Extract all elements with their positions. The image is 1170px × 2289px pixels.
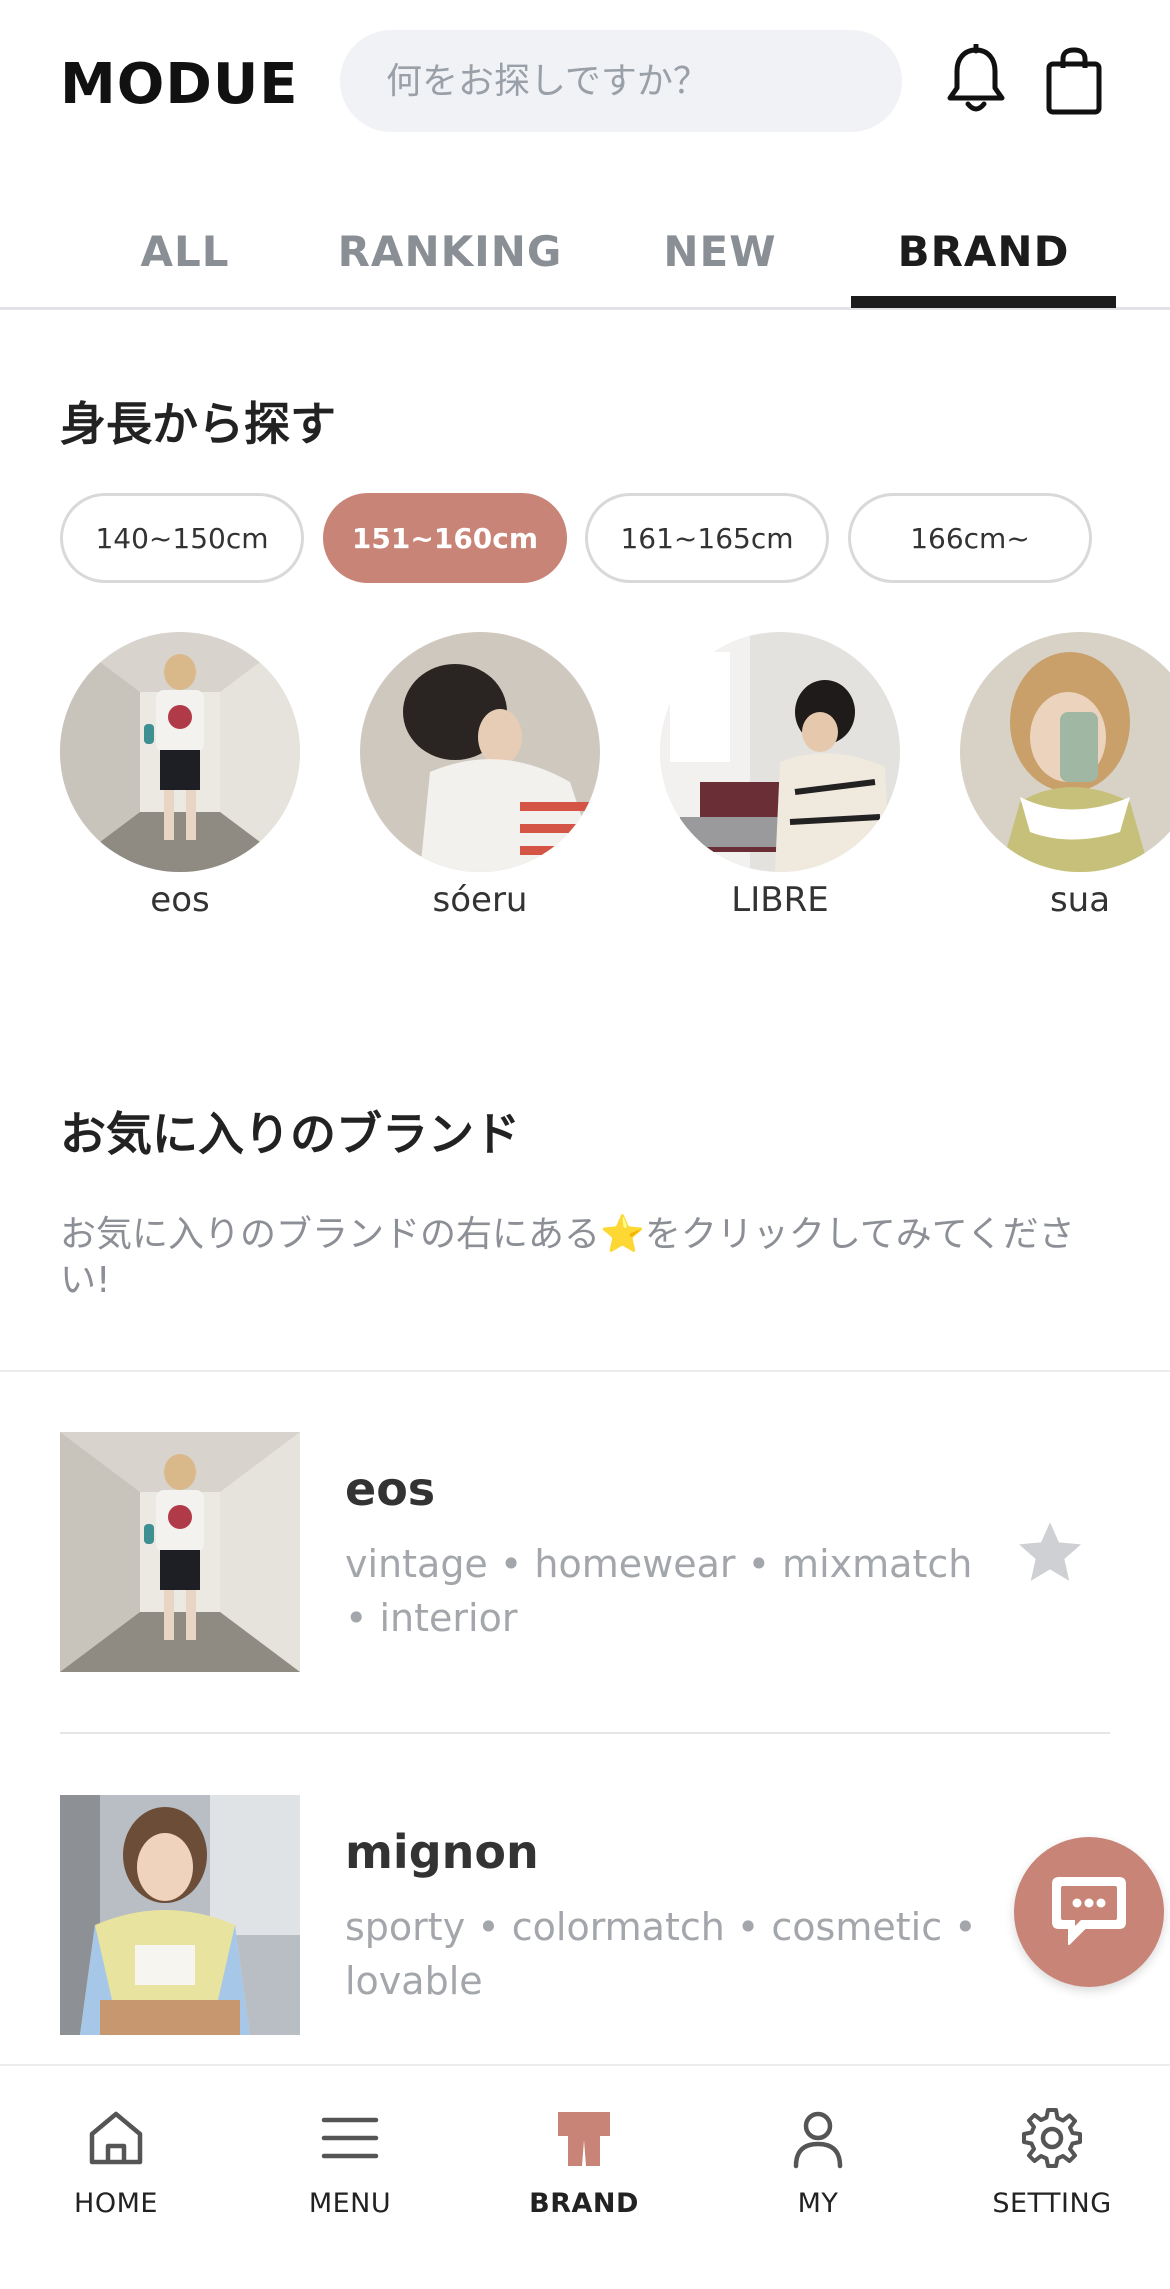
brand-photo [60, 632, 300, 872]
nav-label: MY [797, 2188, 839, 2219]
brand-name: sua [1049, 880, 1111, 920]
height-pill-161-165[interactable]: 161~165cm [585, 493, 829, 583]
brand-thumbnail [60, 1432, 300, 1672]
brand-card-eos[interactable]: eos [60, 632, 300, 920]
brand-name: sóeru [432, 880, 528, 920]
favorite-brand-item-mignon[interactable]: mignon sporty • colormatch • cosmetic • … [60, 1795, 1110, 2035]
chat-bubble-icon [1052, 1877, 1126, 1945]
brand-photo [660, 632, 900, 872]
tab-brand[interactable]: BRAND [851, 206, 1116, 296]
app-logo[interactable]: MODUE [60, 52, 299, 117]
gear-icon [1022, 2108, 1082, 2168]
tab-ranking[interactable]: RANKING [330, 206, 570, 296]
height-pill-151-160[interactable]: 151~160cm [323, 493, 567, 583]
user-icon [793, 2111, 843, 2169]
height-pill-140-150[interactable]: 140~150cm [60, 493, 304, 583]
star-icon[interactable] [1015, 1520, 1085, 1586]
brand-thumbnail [60, 1795, 300, 2035]
nav-label: HOME [74, 2188, 158, 2219]
nav-setting[interactable]: SETTING [962, 2106, 1142, 2219]
nav-my[interactable]: MY [728, 2106, 908, 2219]
favorite-brand-name: eos [345, 1462, 436, 1516]
favorites-section-title: お気に入りのブランド [60, 1107, 520, 1161]
brand-photo [360, 632, 600, 872]
brand-card-libre[interactable]: LIBRE [660, 632, 900, 920]
nav-home[interactable]: HOME [26, 2106, 206, 2219]
star-emoji-icon: ⭐ [600, 1214, 645, 1255]
nav-brand[interactable]: BRAND [494, 2106, 674, 2219]
tab-all[interactable]: ALL [95, 206, 275, 296]
shopping-bag-icon[interactable] [1044, 46, 1104, 116]
favorite-brand-item-eos[interactable]: eos vintage • homewear • mixmatch • inte… [60, 1432, 1110, 1672]
favorite-brand-name: mignon [345, 1825, 539, 1879]
bottom-navigation: HOME MENU BRAND MY SETTING [0, 2064, 1170, 2289]
tab-new[interactable]: NEW [620, 206, 820, 296]
brand-photo [960, 632, 1170, 872]
category-tabs: ALL RANKING NEW BRAND [0, 190, 1170, 310]
favorites-description: お気に入りのブランドの右にある⭐をクリックしてみてください! [60, 1214, 1075, 1301]
brand-name: eos [150, 880, 210, 920]
nav-label: MENU [308, 2188, 392, 2219]
active-tab-indicator [851, 296, 1116, 308]
brand-card-sua[interactable]: sua [960, 632, 1170, 920]
search-bar[interactable] [340, 30, 902, 132]
height-brand-carousel: eos sóeru LIBRE sua [60, 632, 1170, 932]
nav-menu[interactable]: MENU [260, 2106, 440, 2219]
nav-label: SETTING [992, 2188, 1112, 2219]
chat-button[interactable] [1014, 1837, 1164, 1987]
brand-shirt-icon [558, 2112, 610, 2166]
nav-label: BRAND [529, 2188, 639, 2219]
height-section-title: 身長から探す [60, 397, 336, 451]
item-divider [60, 1732, 1110, 1734]
height-pill-166-plus[interactable]: 166cm~ [848, 493, 1092, 583]
favorite-brand-tags: vintage • homewear • mixmatch • interior [345, 1542, 973, 1640]
brand-card-soeru[interactable]: sóeru [360, 632, 600, 920]
section-divider [0, 1370, 1170, 1372]
menu-icon [321, 2117, 379, 2159]
brand-name: LIBRE [731, 880, 829, 920]
app-header: MODUE [0, 0, 1170, 165]
favorite-brand-tags: sporty • colormatch • cosmetic • lovable [345, 1905, 977, 2003]
bell-icon[interactable] [944, 44, 1008, 116]
home-icon [89, 2111, 143, 2165]
search-input[interactable] [384, 59, 902, 103]
